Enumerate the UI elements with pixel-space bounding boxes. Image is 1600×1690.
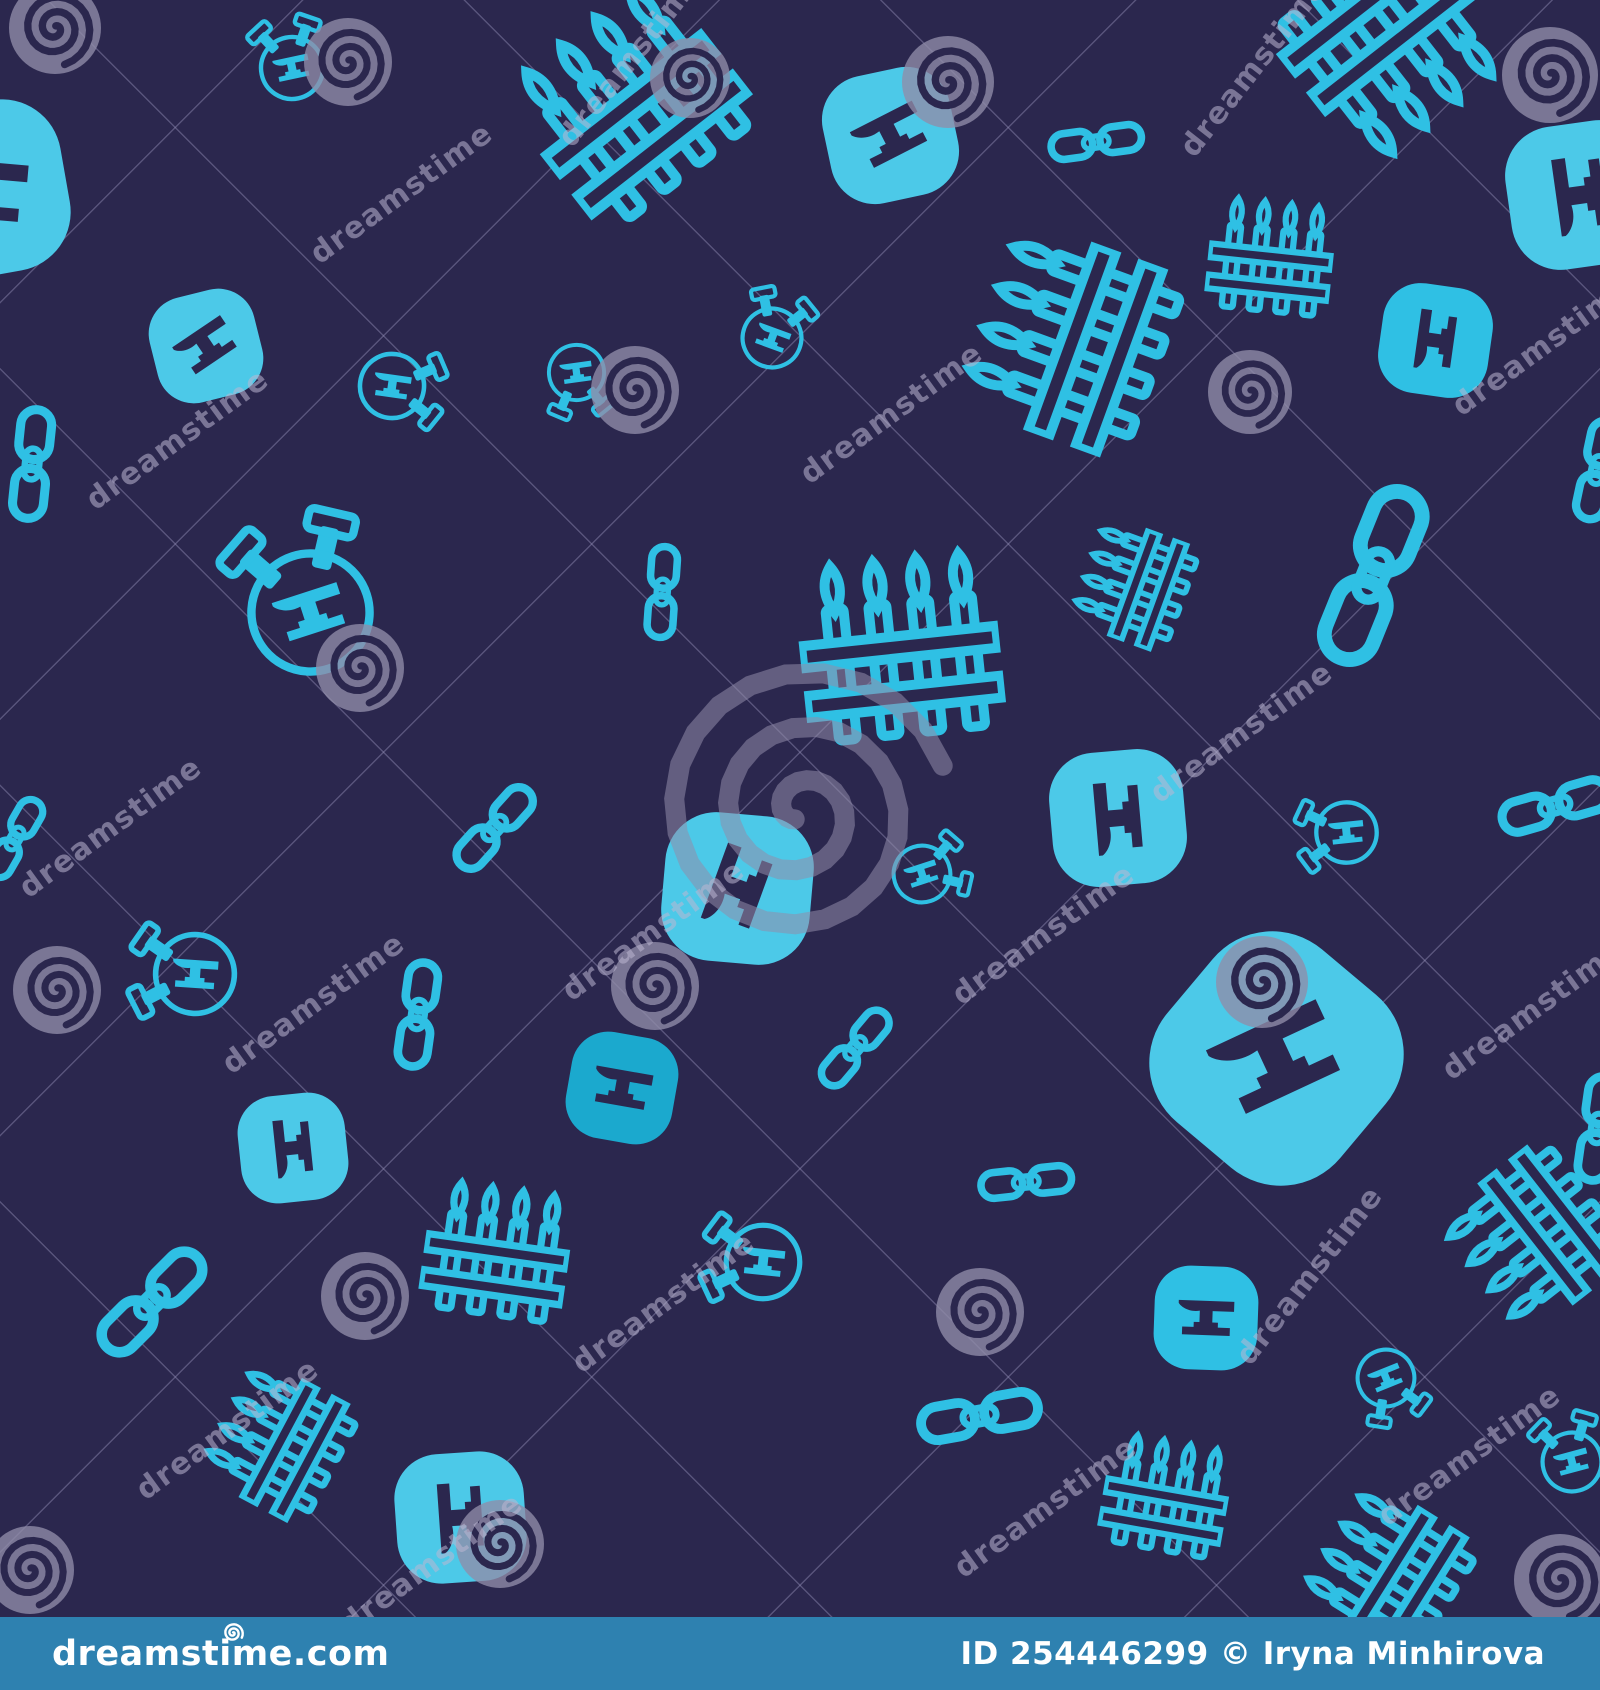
chain-link-icon (382, 953, 453, 1075)
stock-image-preview: dreamstimedreamstimedreamstimedreamstime… (0, 0, 1600, 1690)
anvil-signboard-icon (115, 894, 275, 1054)
chain-link-icon (1293, 467, 1454, 683)
garden-fence-icon (1201, 189, 1338, 326)
chain-link-icon (634, 540, 689, 643)
anvil-squircle-icon (810, 55, 970, 215)
chain-link-icon (0, 401, 67, 526)
anvil-squircle-icon (653, 804, 821, 972)
chain-link-icon (1489, 761, 1600, 850)
garden-fence-icon (1287, 1473, 1494, 1617)
chain-link-icon (438, 769, 551, 886)
dreamstime-spiral-icon (220, 1620, 246, 1646)
chain-link-icon (804, 994, 905, 1102)
anvil-squircle-icon (1042, 742, 1194, 894)
watermark-footer-bar: dreamstime.com ID 254446299 © Iryna Minh… (0, 1617, 1600, 1690)
garden-fence-icon (1253, 0, 1527, 179)
anvil-squircle-icon (0, 86, 84, 295)
anvil-signboard-icon (686, 1185, 840, 1339)
garden-fence-icon (790, 540, 1010, 760)
anvil-signboard-icon (1316, 1308, 1457, 1449)
anvil-squircle-icon (388, 1445, 532, 1589)
icon-layer (0, 0, 1600, 1617)
chain-link-icon (1043, 111, 1149, 173)
chain-link-icon (974, 1153, 1079, 1212)
chain-link-icon (1560, 411, 1600, 530)
anvil-squircle-icon (138, 278, 274, 414)
image-credit: ID 254446299 © Iryna Minhirova (960, 1636, 1545, 1672)
anvil-signboard-icon (222, 0, 362, 138)
anvil-squircle-icon (1110, 892, 1441, 1223)
anvil-signboard-icon (854, 806, 990, 942)
anvil-squircle-icon (1370, 275, 1500, 405)
garden-fence-icon (488, 0, 776, 250)
anvil-signboard-icon (168, 470, 452, 754)
chain-link-icon (911, 1374, 1050, 1459)
anvil-signboard-icon (1283, 769, 1409, 895)
dreamstime-logo: dreamstime.com (52, 1634, 389, 1674)
anvil-signboard-icon (1503, 1393, 1600, 1530)
chain-link-icon (0, 785, 59, 890)
garden-fence-icon (1093, 1425, 1238, 1570)
anvil-squircle-icon (1495, 110, 1600, 279)
anvil-signboard-icon (323, 317, 461, 455)
chain-link-icon (1562, 1067, 1600, 1189)
anvil-squircle-icon (557, 1023, 687, 1153)
seamless-pattern: dreamstimedreamstimedreamstimedreamstime… (0, 0, 1600, 1617)
garden-fence-icon (1062, 511, 1209, 658)
anvil-squircle-icon (1150, 1262, 1262, 1374)
anvil-signboard-icon (700, 266, 844, 410)
garden-fence-icon (947, 214, 1203, 470)
garden-fence-icon (414, 1171, 578, 1335)
chain-link-icon (78, 1228, 225, 1375)
garden-fence-icon (190, 1352, 373, 1535)
anvil-signboard-icon (517, 313, 636, 432)
anvil-squircle-icon (231, 1086, 354, 1209)
